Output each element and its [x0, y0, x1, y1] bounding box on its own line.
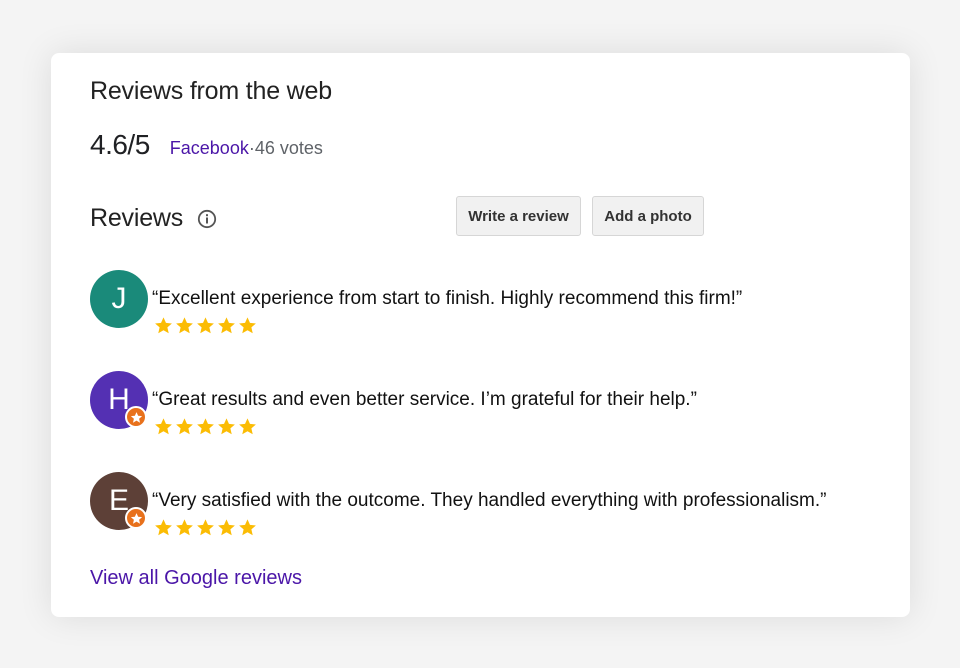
star-icon: [154, 316, 173, 335]
star-rating: [154, 518, 257, 537]
star-icon: [196, 417, 215, 436]
add-photo-button[interactable]: Add a photo: [592, 196, 704, 236]
star-rating: [154, 316, 257, 335]
star-icon: [196, 518, 215, 537]
star-rating: [154, 417, 257, 436]
star-icon: [196, 316, 215, 335]
source-link-facebook[interactable]: Facebook: [170, 138, 249, 159]
avatar-initial: J: [111, 282, 127, 315]
star-icon: [238, 518, 257, 537]
star-icon: [217, 316, 236, 335]
reviews-from-web-title: Reviews from the web: [90, 77, 332, 105]
reviews-card: Reviews from the web 4.6/5 Facebook · 46…: [51, 53, 910, 617]
star-icon: [175, 518, 194, 537]
star-icon: [217, 518, 236, 537]
aggregate-score: 4.6/5: [90, 129, 150, 160]
avatar[interactable]: J: [90, 270, 148, 328]
aggregate-rating-row: 4.6/5 Facebook · 46 votes: [90, 129, 323, 161]
review-text: “Great results and even better service. …: [152, 389, 697, 410]
review-text: “Excellent experience from start to fini…: [152, 288, 743, 309]
star-icon: [217, 417, 236, 436]
star-icon: [175, 417, 194, 436]
info-icon[interactable]: [197, 209, 217, 229]
star-icon: [154, 417, 173, 436]
review-text: “Very satisfied with the outcome. They h…: [152, 490, 827, 511]
reviews-header: Reviews: [90, 204, 217, 233]
star-icon: [238, 316, 257, 335]
star-icon: [154, 518, 173, 537]
reviews-title: Reviews: [90, 204, 184, 232]
view-all-reviews-link[interactable]: View all Google reviews: [90, 567, 302, 590]
star-icon: [238, 417, 257, 436]
vote-count: 46 votes: [254, 138, 323, 158]
star-icon: [175, 316, 194, 335]
write-review-button[interactable]: Write a review: [456, 196, 581, 236]
local-guide-badge-icon: [125, 406, 147, 428]
local-guide-badge-icon: [125, 507, 147, 529]
